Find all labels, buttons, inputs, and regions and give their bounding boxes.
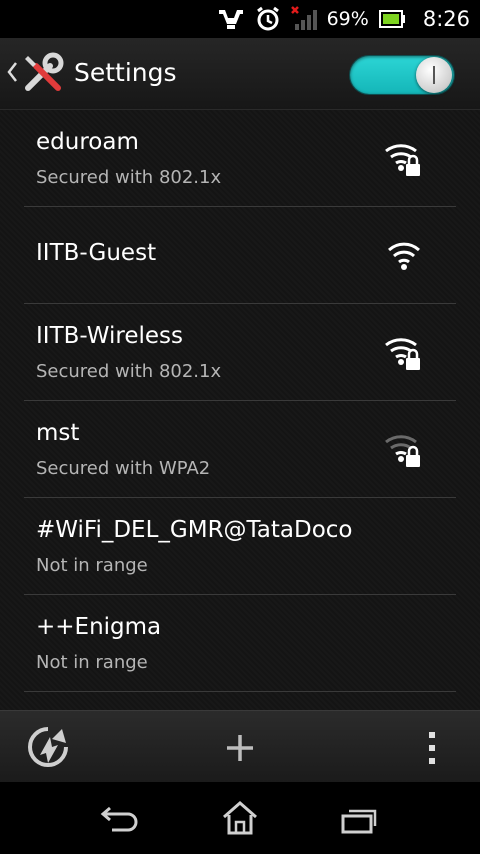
network-status: Secured with WPA2 bbox=[36, 458, 211, 479]
usb-debug-icon bbox=[217, 8, 245, 30]
network-status: Secured with 802.1x bbox=[36, 361, 222, 382]
list-item[interactable]: eduroam Secured with 802.1x bbox=[24, 110, 456, 207]
home-icon[interactable] bbox=[221, 799, 259, 841]
alarm-clock-icon bbox=[255, 6, 281, 32]
wifi-locked-icon bbox=[384, 138, 424, 182]
wifi-open-icon bbox=[387, 239, 421, 275]
toggle-knob[interactable] bbox=[416, 57, 452, 93]
battery-percent: 69% bbox=[326, 8, 369, 30]
network-name: IITB-Guest bbox=[36, 240, 157, 266]
list-item[interactable]: IITB-Wireless Secured with 802.1x bbox=[24, 304, 456, 401]
network-status: Not in range bbox=[36, 652, 148, 673]
page-title: Settings bbox=[74, 58, 177, 87]
back-caret-icon[interactable] bbox=[6, 60, 18, 88]
battery-icon bbox=[378, 10, 405, 28]
list-item[interactable]: IITB-Guest bbox=[24, 207, 456, 304]
status-bar: 69% 8:26 bbox=[0, 0, 480, 38]
wifi-toggle[interactable] bbox=[350, 56, 454, 94]
list-item[interactable]: mst Secured with WPA2 bbox=[24, 401, 456, 498]
wifi-locked-icon bbox=[384, 332, 424, 376]
add-icon[interactable] bbox=[224, 732, 256, 768]
network-name: IITB-Wireless bbox=[36, 323, 183, 349]
network-status: Not in range bbox=[36, 555, 148, 576]
wifi-weak-locked-icon bbox=[384, 429, 424, 473]
signal-no-service-icon bbox=[290, 6, 317, 32]
recent-apps-icon[interactable] bbox=[341, 806, 379, 840]
clock: 8:26 bbox=[422, 7, 470, 31]
overflow-menu-icon[interactable] bbox=[427, 731, 437, 769]
network-status: Secured with 802.1x bbox=[36, 167, 222, 188]
network-name: eduroam bbox=[36, 129, 139, 155]
list-item[interactable]: #WiFi_DEL_GMR@TataDocomo Not in range bbox=[24, 498, 456, 595]
wps-icon[interactable] bbox=[26, 725, 70, 773]
network-name: mst bbox=[36, 420, 80, 446]
tools-settings-icon[interactable] bbox=[22, 52, 64, 98]
network-name: ++Enigma bbox=[36, 614, 162, 640]
bottom-action-bar bbox=[0, 710, 480, 782]
list-item[interactable]: ++Enigma Not in range bbox=[24, 595, 456, 692]
action-bar: Settings bbox=[0, 38, 480, 110]
back-icon[interactable] bbox=[100, 804, 140, 838]
network-list: eduroam Secured with 802.1x IITB-Guest I… bbox=[0, 110, 480, 710]
system-nav-bar bbox=[0, 782, 480, 854]
network-name: #WiFi_DEL_GMR@TataDocomo bbox=[36, 517, 354, 543]
